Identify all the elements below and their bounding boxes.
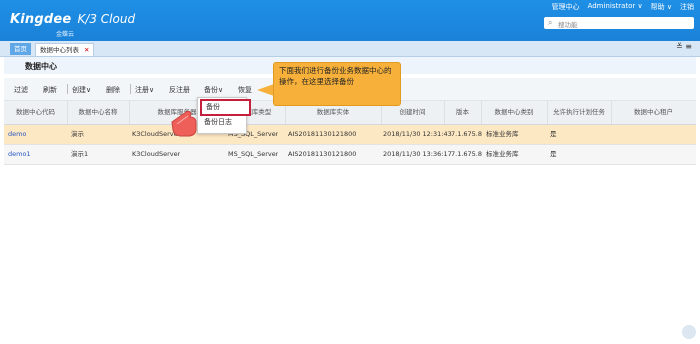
- cell-db-type: MS_SQL_Server: [228, 150, 279, 158]
- cell-category: 标准业务库: [486, 130, 519, 138]
- menu-item-backup[interactable]: 备份: [200, 99, 251, 116]
- column-header[interactable]: 数据中心类别: [481, 101, 548, 124]
- delete-button[interactable]: 删除: [106, 85, 120, 95]
- menu-item-backup-log[interactable]: 备份日志: [200, 116, 247, 129]
- cell-created: 2018/11/30 12:31:43: [383, 130, 452, 138]
- page-title: 数据中心: [25, 62, 57, 71]
- user-menu[interactable]: Administrator ∨: [588, 2, 643, 12]
- table-row[interactable]: demo1 演示1 K3CloudServer MS_SQL_Server AI…: [4, 145, 696, 165]
- menu-icon[interactable]: ≡: [685, 42, 692, 51]
- column-header[interactable]: 版本: [444, 101, 482, 124]
- column-header[interactable]: 数据中心租户: [611, 101, 696, 124]
- tab-datacenter-list[interactable]: 数据中心列表 ✕: [35, 43, 95, 56]
- tab-bar: 首页 数据中心列表 ✕ ≚ ≡: [0, 41, 700, 57]
- restore-button[interactable]: 恢复: [238, 85, 252, 95]
- register-button[interactable]: 注册∨: [135, 85, 154, 95]
- cell-name: 演示1: [71, 150, 89, 158]
- expand-icon[interactable]: ≚: [676, 42, 683, 51]
- unregister-button[interactable]: 反注册: [169, 85, 190, 95]
- tooltip-pointer: [257, 84, 274, 96]
- cell-schedule: 是: [550, 130, 557, 138]
- toolbar-divider: [67, 84, 68, 94]
- cell-created: 2018/11/30 13:36:17: [383, 150, 452, 158]
- chat-icon[interactable]: [682, 325, 696, 339]
- help-menu[interactable]: 帮助 ∨: [651, 2, 672, 12]
- top-menu: 管理中心 Administrator ∨ 帮助 ∨ 注销: [552, 2, 694, 12]
- cell-schedule: 是: [550, 150, 557, 158]
- refresh-button[interactable]: 刷新: [43, 85, 57, 95]
- guide-tooltip: 下面我们进行备份业务数据中心的操作，在这里选择备份: [273, 62, 401, 106]
- create-button[interactable]: 创建∨: [72, 85, 91, 95]
- product-name: K/3 Cloud: [77, 12, 136, 26]
- backup-dropdown-menu: 备份 备份日志: [197, 97, 251, 134]
- tab-home[interactable]: 首页: [10, 43, 31, 55]
- datacenter-table: 数据中心代码 数据中心名称 数据库服务器 数据库类型 数据库实体 创建时间 版本…: [4, 101, 696, 165]
- close-tab-icon[interactable]: ✕: [84, 46, 89, 54]
- cell-category: 标准业务库: [486, 150, 519, 158]
- column-header[interactable]: 数据中心代码: [4, 101, 68, 124]
- backup-button[interactable]: 备份∨: [204, 85, 223, 95]
- tab-label: 数据中心列表: [40, 46, 79, 54]
- cell-code[interactable]: demo1: [8, 145, 31, 164]
- column-header[interactable]: 允许执行计划任务: [547, 101, 612, 124]
- cell-name: 演示: [71, 130, 84, 138]
- column-header[interactable]: 数据中心名称: [67, 101, 130, 124]
- search-icon: ⌕: [548, 18, 553, 27]
- cell-version: 7.1.675.8: [451, 150, 483, 158]
- filter-button[interactable]: 过滤: [14, 85, 28, 95]
- top-bar: Kingdee K/3 Cloud 金蝶云 管理中心 Administrator …: [0, 0, 700, 41]
- cell-db-entity: AIS20181130121800: [288, 130, 357, 138]
- kingdee-logo: Kingdee K/3 Cloud 金蝶云: [10, 12, 136, 38]
- logout-link[interactable]: 注销: [680, 2, 694, 12]
- search-placeholder: 搜功能: [558, 21, 578, 29]
- cell-db-entity: AIS20181130121800: [288, 150, 357, 158]
- toolbar-divider: [130, 84, 131, 94]
- table-row[interactable]: demo 演示 K3CloudServer MS_SQL_Server AIS2…: [4, 125, 696, 145]
- cell-server: K3CloudServer: [132, 150, 181, 158]
- brand-name: Kingdee: [10, 12, 72, 27]
- search-input[interactable]: ⌕ 搜功能: [544, 17, 694, 29]
- tab-menu-icons[interactable]: ≚ ≡: [676, 42, 692, 51]
- cell-version: 7.1.675.8: [451, 130, 483, 138]
- cell-code[interactable]: demo: [8, 125, 26, 144]
- pointing-hand-icon: [171, 110, 197, 137]
- brand-cn: 金蝶云: [56, 31, 75, 38]
- admin-center-link[interactable]: 管理中心: [552, 2, 580, 12]
